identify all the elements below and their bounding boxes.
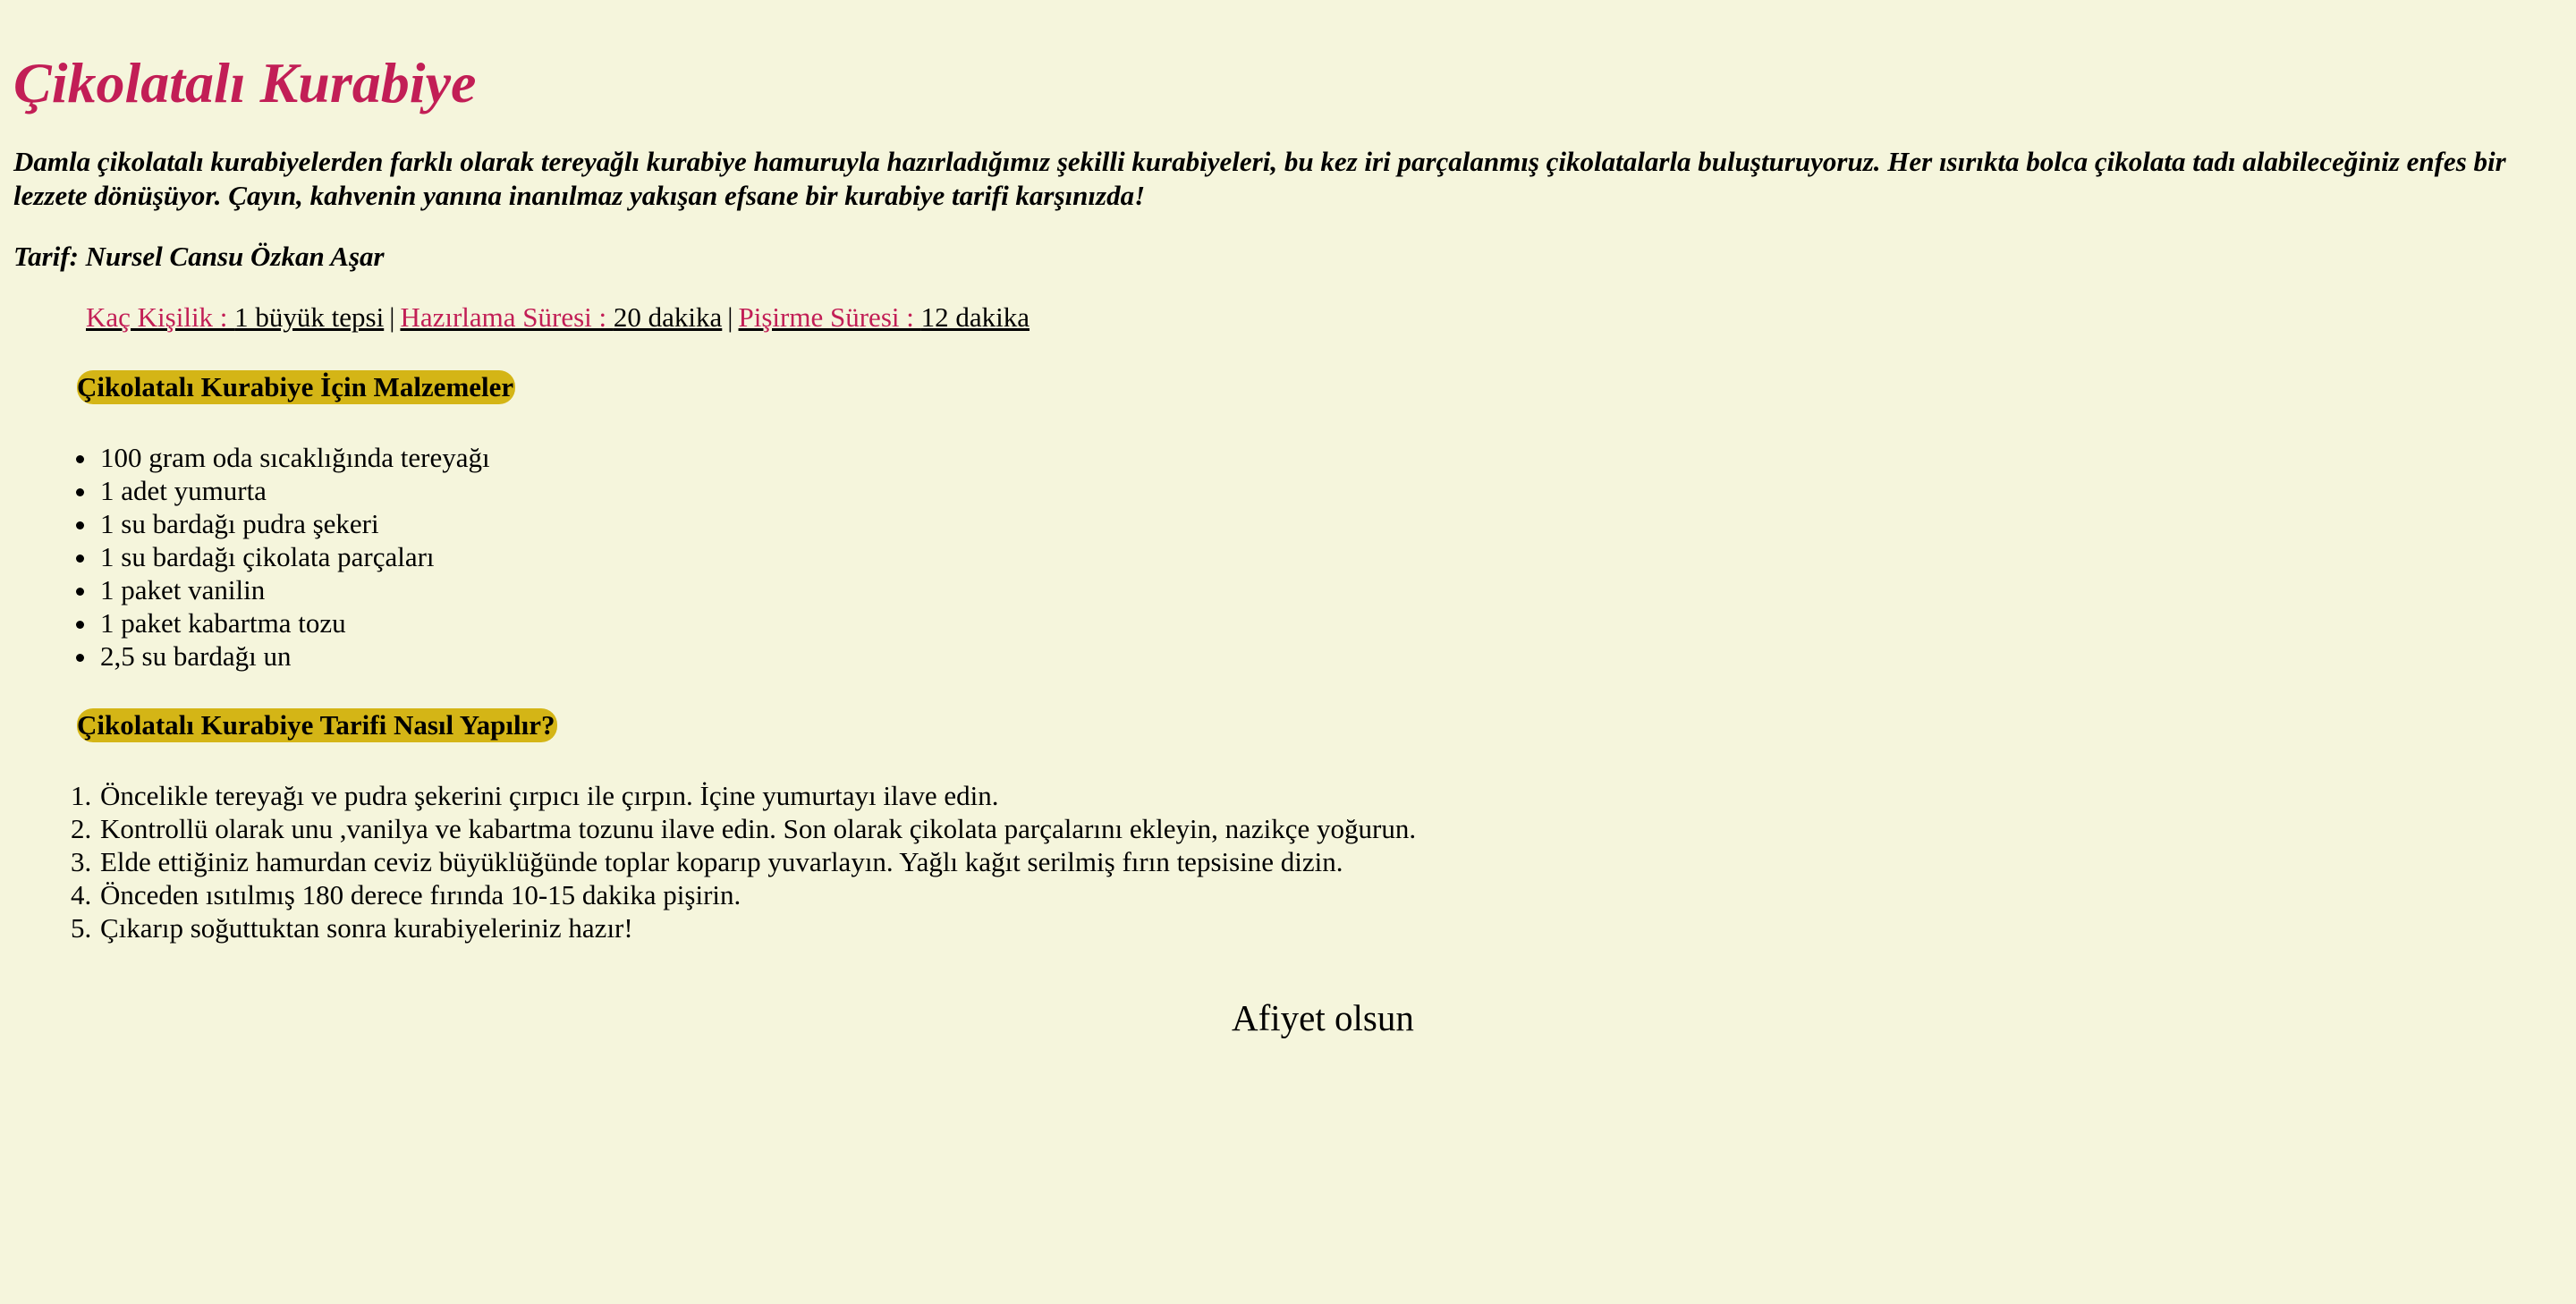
steps-list: Öncelikle tereyağı ve pudra şekerini çır… [13, 779, 2576, 944]
step-item: Çıkarıp soğuttuktan sonra kurabiyelerini… [98, 911, 2576, 944]
ingredient-item: 100 gram oda sıcaklığında tereyağı [98, 441, 2576, 474]
prep-time-label: Hazırlama Süresi : [400, 301, 614, 333]
cook-time-value: 12 dakika [920, 301, 1030, 333]
step-item: Elde ettiğiniz hamurdan ceviz büyüklüğün… [98, 845, 2576, 878]
ingredients-list: 100 gram oda sıcaklığında tereyağı 1 ade… [13, 441, 2576, 673]
recipe-page: Çikolatalı Kurabiye Damla çikolatalı kur… [0, 0, 2576, 1304]
ingredient-item: 1 su bardağı pudra şekeri [98, 507, 2576, 540]
ingredient-item: 2,5 su bardağı un [98, 639, 2576, 673]
cook-time-label: Pişirme Süresi : [738, 301, 921, 333]
ingredient-item: 1 su bardağı çikolata parçaları [98, 540, 2576, 573]
recipe-meta: Kaç Kişilik : 1 büyük tepsi | Hazırlama Sü… [86, 301, 2576, 334]
prep-time-link[interactable]: Hazırlama Süresi : 20 dakika [400, 301, 722, 333]
step-item: Öncelikle tereyağı ve pudra şekerini çır… [98, 779, 2576, 812]
ingredients-section: Çikolatalı Kurabiye İçin Malzemeler [77, 370, 2576, 404]
meta-separator: | [727, 301, 733, 333]
meta-separator: | [389, 301, 395, 333]
ingredient-item: 1 paket kabartma tozu [98, 606, 2576, 639]
cook-time-link[interactable]: Pişirme Süresi : 12 dakika [739, 301, 1030, 333]
ingredient-item: 1 adet yumurta [98, 474, 2576, 507]
servings-value: 1 büyük tepsi [234, 301, 385, 333]
steps-section: Çikolatalı Kurabiye Tarifi Nasıl Yapılır… [77, 708, 2576, 742]
recipe-author: Tarif: Nursel Cansu Özkan Aşar [13, 241, 385, 272]
recipe-intro: Damla çikolatalı kurabiyelerden farklı o… [13, 146, 2506, 211]
steps-heading: Çikolatalı Kurabiye Tarifi Nasıl Yapılır… [77, 708, 557, 742]
step-item: Önceden ısıtılmış 180 derece fırında 10-… [98, 878, 2576, 911]
servings-label: Kaç Kişilik : [86, 301, 235, 333]
page-title: Çikolatalı Kurabiye [13, 51, 477, 114]
ingredients-heading: Çikolatalı Kurabiye İçin Malzemeler [77, 370, 516, 404]
closing-text: Afiyet olsun [1232, 997, 1414, 1038]
servings-link[interactable]: Kaç Kişilik : 1 büyük tepsi [86, 301, 384, 333]
prep-time-value: 20 dakika [613, 301, 723, 333]
step-item: Kontrollü olarak unu ,vanilya ve kabartm… [98, 812, 2576, 845]
ingredient-item: 1 paket vanilin [98, 573, 2576, 606]
